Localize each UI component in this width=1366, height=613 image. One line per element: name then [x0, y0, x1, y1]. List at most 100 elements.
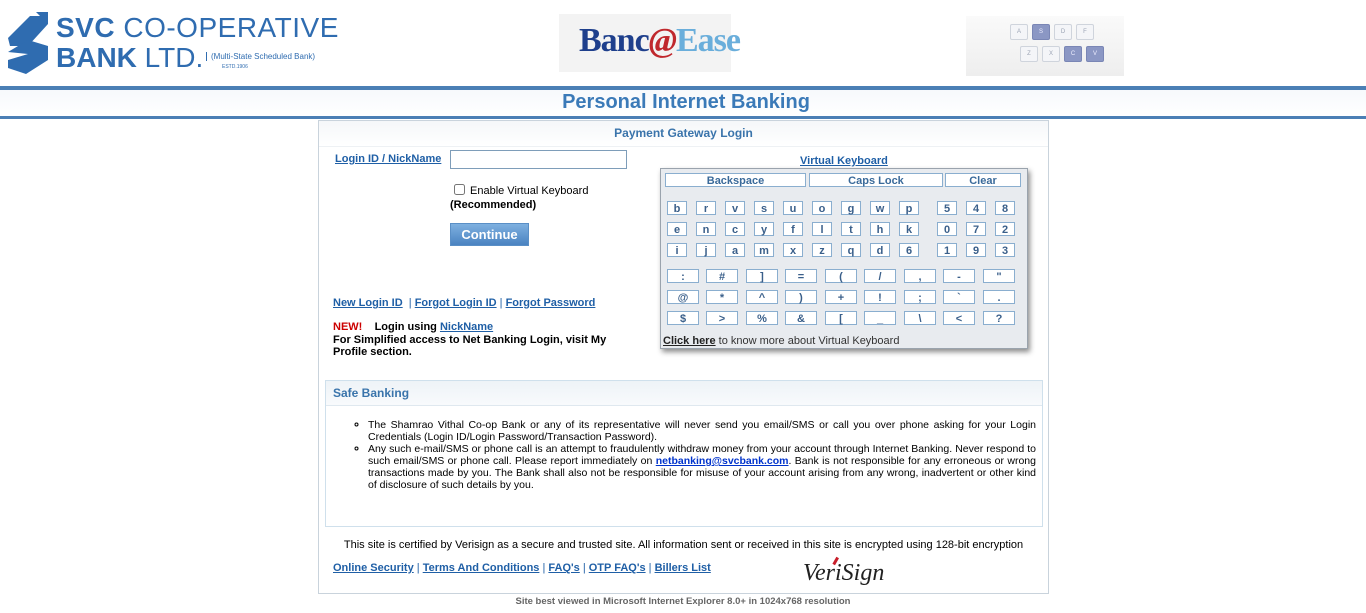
virtual-key[interactable]: b: [667, 201, 687, 215]
virtual-key[interactable]: _: [864, 311, 896, 325]
safe-banking-item: The Shamrao Vithal Co-op Bank or any of …: [368, 419, 1036, 443]
simplified-access-text: For Simplified access to Net Banking Log…: [333, 334, 607, 358]
virtual-key[interactable]: w: [870, 201, 890, 215]
decor-key: A: [1010, 24, 1028, 40]
virtual-key[interactable]: 9: [966, 243, 986, 257]
virtual-key[interactable]: 3: [995, 243, 1015, 257]
virtual-key[interactable]: #: [706, 269, 738, 283]
virtual-key[interactable]: s: [754, 201, 774, 215]
virtual-key[interactable]: u: [783, 201, 803, 215]
title-band-bottom: [0, 116, 1366, 119]
verisign-statement: This site is certified by Verisign as a …: [343, 539, 1024, 551]
continue-button[interactable]: Continue: [450, 223, 529, 246]
page-title: Personal Internet Banking: [562, 91, 810, 113]
virtual-key[interactable]: n: [696, 222, 716, 236]
login-id-label[interactable]: Login ID / NickName: [335, 153, 441, 165]
virtual-key[interactable]: j: [696, 243, 716, 257]
virtual-key[interactable]: x: [783, 243, 803, 257]
virtual-key[interactable]: ,: [904, 269, 936, 283]
virtual-key[interactable]: 2: [995, 222, 1015, 236]
backspace-key[interactable]: Backspace: [665, 173, 806, 187]
virtual-key[interactable]: $: [667, 311, 699, 325]
virtual-key[interactable]: &: [785, 311, 817, 325]
clear-key[interactable]: Clear: [945, 173, 1021, 187]
caps-lock-key[interactable]: Caps Lock: [809, 173, 943, 187]
virtual-key[interactable]: d: [870, 243, 890, 257]
virtual-key[interactable]: ?: [983, 311, 1015, 325]
enable-virtual-keyboard-label[interactable]: Enable Virtual Keyboard: [470, 185, 588, 197]
virtual-key[interactable]: ;: [904, 290, 936, 304]
virtual-key[interactable]: o: [812, 201, 832, 215]
virtual-key[interactable]: 7: [966, 222, 986, 236]
virtual-key[interactable]: :: [667, 269, 699, 283]
recommended-note: (Recommended): [450, 199, 537, 211]
virtual-key[interactable]: a: [725, 243, 745, 257]
virtual-key[interactable]: ): [785, 290, 817, 304]
virtual-key[interactable]: *: [706, 290, 738, 304]
login-id-input[interactable]: [450, 150, 627, 169]
bancease-wordmark: Banc@Ease: [579, 22, 741, 59]
enable-virtual-keyboard-checkbox[interactable]: [454, 184, 465, 195]
forgot-password-link[interactable]: Forgot Password: [506, 297, 596, 309]
virtual-key[interactable]: g: [841, 201, 861, 215]
virtual-key[interactable]: 6: [899, 243, 919, 257]
virtual-key[interactable]: ^: [746, 290, 778, 304]
virtual-key[interactable]: \: [904, 311, 936, 325]
virtual-key[interactable]: p: [899, 201, 919, 215]
virtual-key[interactable]: -: [943, 269, 975, 283]
virtual-key[interactable]: i: [667, 243, 687, 257]
virtual-key[interactable]: =: [785, 269, 817, 283]
new-login-id-link[interactable]: New Login ID: [333, 297, 403, 309]
payment-gateway-panel: Payment Gateway Login Login ID / NickNam…: [318, 120, 1049, 594]
virtual-key[interactable]: +: [825, 290, 857, 304]
virtual-key[interactable]: %: [746, 311, 778, 325]
otp-faqs-link[interactable]: OTP FAQ's: [589, 562, 646, 574]
virtual-key[interactable]: !: [864, 290, 896, 304]
virtual-key[interactable]: z: [812, 243, 832, 257]
virtual-key[interactable]: [: [825, 311, 857, 325]
virtual-key[interactable]: k: [899, 222, 919, 236]
virtual-key[interactable]: y: [754, 222, 774, 236]
virtual-key[interactable]: <: [943, 311, 975, 325]
billers-list-link[interactable]: Billers List: [655, 562, 711, 574]
virtual-key[interactable]: c: [725, 222, 745, 236]
safe-banking-section: Safe Banking The Shamrao Vithal Co-op Ba…: [325, 380, 1043, 527]
faqs-link[interactable]: FAQ's: [548, 562, 579, 574]
virtual-key[interactable]: 8: [995, 201, 1015, 215]
virtual-key[interactable]: f: [783, 222, 803, 236]
verisign-wordmark: VeriSign: [803, 560, 885, 586]
netbanking-email-link[interactable]: netbanking@svcbank.com: [656, 455, 789, 467]
virtual-key[interactable]: `: [943, 290, 975, 304]
virtual-keyboard-title-link[interactable]: Virtual Keyboard: [800, 155, 888, 167]
virtual-key[interactable]: /: [864, 269, 896, 283]
click-here-link[interactable]: Click here: [663, 335, 716, 347]
virtual-key[interactable]: q: [841, 243, 861, 257]
virtual-key[interactable]: 1: [937, 243, 957, 257]
virtual-key[interactable]: e: [667, 222, 687, 236]
virtual-key[interactable]: ": [983, 269, 1015, 283]
virtual-key[interactable]: (: [825, 269, 857, 283]
virtual-key[interactable]: l: [812, 222, 832, 236]
logo-estd: ESTD.1906: [222, 64, 248, 70]
virtual-key[interactable]: v: [725, 201, 745, 215]
login-using-text: Login using: [374, 321, 437, 333]
nickname-link[interactable]: NickName: [440, 321, 493, 333]
virtual-key[interactable]: 5: [937, 201, 957, 215]
virtual-key[interactable]: h: [870, 222, 890, 236]
virtual-key[interactable]: t: [841, 222, 861, 236]
decor-key: Z: [1020, 46, 1038, 62]
forgot-login-id-link[interactable]: Forgot Login ID: [415, 297, 497, 309]
virtual-key[interactable]: .: [983, 290, 1015, 304]
safe-banking-title: Safe Banking: [326, 381, 1042, 406]
terms-link[interactable]: Terms And Conditions: [423, 562, 540, 574]
new-badge: NEW!: [333, 321, 363, 333]
virtual-key[interactable]: 0: [937, 222, 957, 236]
virtual-key[interactable]: 4: [966, 201, 986, 215]
online-security-link[interactable]: Online Security: [333, 562, 414, 574]
virtual-key[interactable]: r: [696, 201, 716, 215]
virtual-key[interactable]: m: [754, 243, 774, 257]
safe-banking-item: Any such e-mail/SMS or phone call is an …: [368, 443, 1036, 491]
virtual-key[interactable]: ]: [746, 269, 778, 283]
virtual-key[interactable]: @: [667, 290, 699, 304]
virtual-key[interactable]: >: [706, 311, 738, 325]
